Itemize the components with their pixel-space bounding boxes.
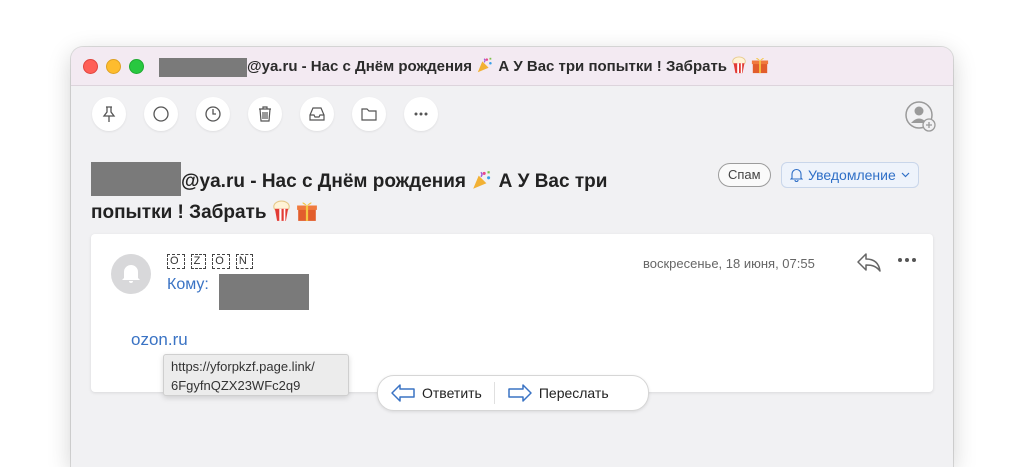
sender-char: O — [212, 254, 230, 269]
title-bar: @ya.ru - Нас с Днём рождения А У Вас три… — [71, 47, 953, 86]
spam-badge[interactable]: Спам — [718, 163, 771, 187]
sender-name[interactable]: OZON — [167, 252, 259, 269]
reply-label: Ответить — [422, 385, 482, 401]
clock-icon — [205, 106, 221, 122]
subject-part-3: попытки ! Забрать — [91, 202, 267, 223]
delete-button[interactable] — [248, 97, 282, 131]
tooltip-line-2: 6FgyfnQZX23WFc2q9 — [171, 378, 301, 393]
reply-forward-bar: Ответить Переслать — [377, 375, 649, 411]
message-more-icon[interactable] — [897, 254, 917, 266]
title-text-part: @ya.ru - Нас с Днём рождения — [247, 58, 473, 75]
snooze-button[interactable] — [196, 97, 230, 131]
bell-icon — [790, 168, 803, 182]
close-window-button[interactable] — [83, 59, 98, 74]
message-subject: @ya.ru - Нас с Днём рождения А У Вас три… — [91, 162, 691, 228]
window-title: @ya.ru - Нас с Днём рождения А У Вас три… — [159, 56, 769, 78]
mail-window: @ya.ru - Нас с Днём рождения А У Вас три… — [71, 47, 953, 467]
forward-button[interactable]: Переслать — [495, 376, 621, 410]
gift-icon — [297, 202, 317, 221]
pin-icon — [102, 106, 116, 122]
notification-category-label: Уведомление — [808, 167, 896, 183]
inbox-tray-icon — [309, 107, 325, 121]
link-url-tooltip: https://yforpkzf.page.link/ 6FgyfnQZX23W… — [163, 354, 349, 396]
sender-char: N — [235, 254, 253, 269]
party-popper-icon — [473, 171, 491, 189]
zoom-window-button[interactable] — [129, 59, 144, 74]
archive-button[interactable] — [300, 97, 334, 131]
contact-add-icon[interactable] — [904, 100, 938, 134]
more-icon — [414, 112, 428, 116]
pin-button[interactable] — [92, 97, 126, 131]
reply-arrow-icon — [391, 384, 415, 402]
tooltip-line-1: https://yforpkzf.page.link/ — [171, 359, 315, 374]
circle-icon — [153, 106, 169, 122]
subject-part-2: А У Вас три — [498, 171, 608, 192]
sender-avatar — [111, 254, 151, 294]
gift-icon — [752, 58, 769, 74]
message-date: воскресенье, 18 июня, 07:55 — [643, 256, 815, 271]
ozon-link[interactable]: ozon.ru — [131, 330, 188, 350]
redacted-address — [91, 162, 181, 196]
reply-button[interactable]: Ответить — [378, 376, 494, 410]
mark-unread-button[interactable] — [144, 97, 178, 131]
sender-char: O — [167, 254, 185, 269]
chevron-down-icon — [901, 172, 910, 178]
to-label: Кому: — [167, 276, 209, 293]
trash-icon — [259, 106, 271, 122]
party-popper-icon — [477, 57, 492, 73]
subject-part-1: @ya.ru - Нас с Днём рождения — [181, 171, 467, 192]
redacted-recipient[interactable] — [219, 274, 309, 310]
notification-category-dropdown[interactable]: Уведомление — [781, 162, 919, 188]
popcorn-icon — [732, 56, 746, 74]
bell-icon — [122, 265, 140, 283]
forward-label: Переслать — [538, 385, 609, 401]
minimize-window-button[interactable] — [106, 59, 121, 74]
move-to-folder-button[interactable] — [352, 97, 386, 131]
folder-icon — [361, 108, 377, 121]
reply-icon[interactable] — [855, 250, 883, 274]
forward-arrow-icon — [508, 384, 532, 402]
title-text-part-2: А У Вас три попытки ! Забрать — [498, 58, 728, 75]
more-actions-button[interactable] — [404, 97, 438, 131]
redacted-address — [159, 57, 247, 77]
sender-char: Z — [190, 254, 207, 269]
popcorn-icon — [273, 200, 290, 221]
